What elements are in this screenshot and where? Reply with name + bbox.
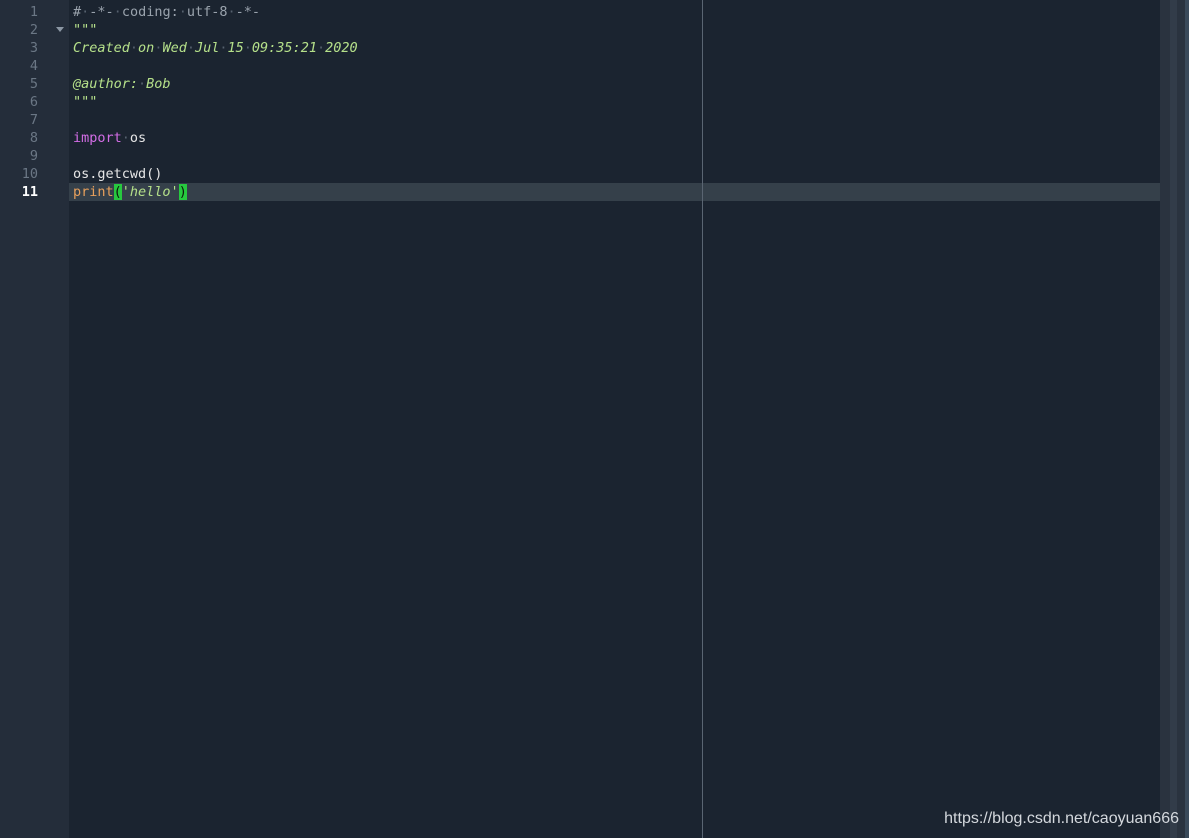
line-number: 1: [29, 4, 38, 20]
line-number: 7: [29, 112, 38, 128]
comment-coding: coding:: [121, 4, 179, 20]
line-number: 3: [29, 40, 38, 56]
line-number-gutter: 1 2 3 4 5 6 7 8 9 10 11: [0, 0, 69, 838]
code-expression: os.getcwd(): [73, 166, 163, 182]
whitespace-dot: ·: [316, 40, 326, 56]
docstring-word: Wed: [162, 40, 187, 56]
matched-paren-close: ): [178, 184, 187, 200]
whitespace-dot: ·: [186, 40, 195, 56]
code-line-5[interactable]: @author:·Bob: [73, 75, 171, 93]
line-number: 9: [29, 148, 38, 164]
docstring-word: 2020: [325, 40, 358, 56]
code-line-2[interactable]: """: [73, 21, 97, 39]
line-number-current: 11: [21, 184, 38, 200]
code-line-11[interactable]: print('hello'): [73, 183, 187, 201]
docstring-word: 09:35:21: [251, 40, 317, 56]
scrollbar-edge: [1185, 0, 1189, 838]
module-name: os: [129, 130, 147, 146]
line-number: 5: [29, 76, 38, 92]
matched-paren-open: (: [113, 184, 122, 200]
whitespace-dot: ·: [219, 40, 228, 56]
docstring-word: Jul: [194, 40, 220, 56]
keyword-import: import: [73, 130, 122, 146]
docstring-word: Created: [73, 40, 130, 56]
line-number: 8: [29, 130, 38, 146]
current-line-highlight: [69, 183, 1160, 201]
comment-encoding: utf-8: [186, 4, 228, 20]
whitespace-dot: ·: [113, 4, 122, 20]
line-number: 2: [29, 22, 38, 38]
line-number: 4: [29, 58, 38, 74]
edge-ruler-line: [702, 0, 703, 838]
fold-arrow-icon[interactable]: [56, 27, 64, 32]
whitespace-dot: ·: [121, 130, 130, 146]
code-line-10[interactable]: os.getcwd(): [73, 165, 162, 183]
whitespace-dot: ·: [138, 76, 147, 92]
comment-hash: #: [73, 4, 82, 20]
docstring-quotes: """: [73, 94, 98, 110]
whitespace-dot: ·: [178, 4, 187, 20]
docstring-quotes: """: [73, 22, 98, 38]
builtin-print: print: [73, 184, 114, 200]
line-number: 10: [21, 166, 38, 182]
whitespace-dot: ·: [227, 4, 236, 20]
string-literal: 'hello': [121, 184, 179, 200]
docstring-word: @author:: [73, 76, 139, 92]
vertical-scrollbar[interactable]: [1160, 0, 1189, 838]
comment-dashes: -*-: [89, 4, 114, 20]
code-editor[interactable]: 1 2 3 4 5 6 7 8 9 10 11 #·-*-·coding:·ut…: [0, 0, 1189, 838]
docstring-word: 15: [227, 40, 244, 56]
code-area[interactable]: #·-*-·coding:·utf-8·-*- """ Created·on·W…: [69, 0, 1160, 838]
code-line-1[interactable]: #·-*-·coding:·utf-8·-*-: [73, 3, 260, 21]
comment-dashes: -*-: [235, 4, 261, 20]
whitespace-dot: ·: [129, 40, 139, 56]
docstring-word: on: [138, 40, 155, 56]
code-line-6[interactable]: """: [73, 93, 97, 111]
docstring-word: Bob: [146, 76, 171, 92]
whitespace-dot: ·: [243, 40, 252, 56]
code-line-8[interactable]: import·os: [73, 129, 146, 147]
scrollbar-thumb[interactable]: [1170, 0, 1177, 838]
watermark-text: https://blog.csdn.net/caoyuan666: [944, 810, 1179, 827]
line-number: 6: [29, 94, 38, 110]
code-line-3[interactable]: Created·on·Wed·Jul·15·09:35:21·2020: [73, 39, 358, 57]
